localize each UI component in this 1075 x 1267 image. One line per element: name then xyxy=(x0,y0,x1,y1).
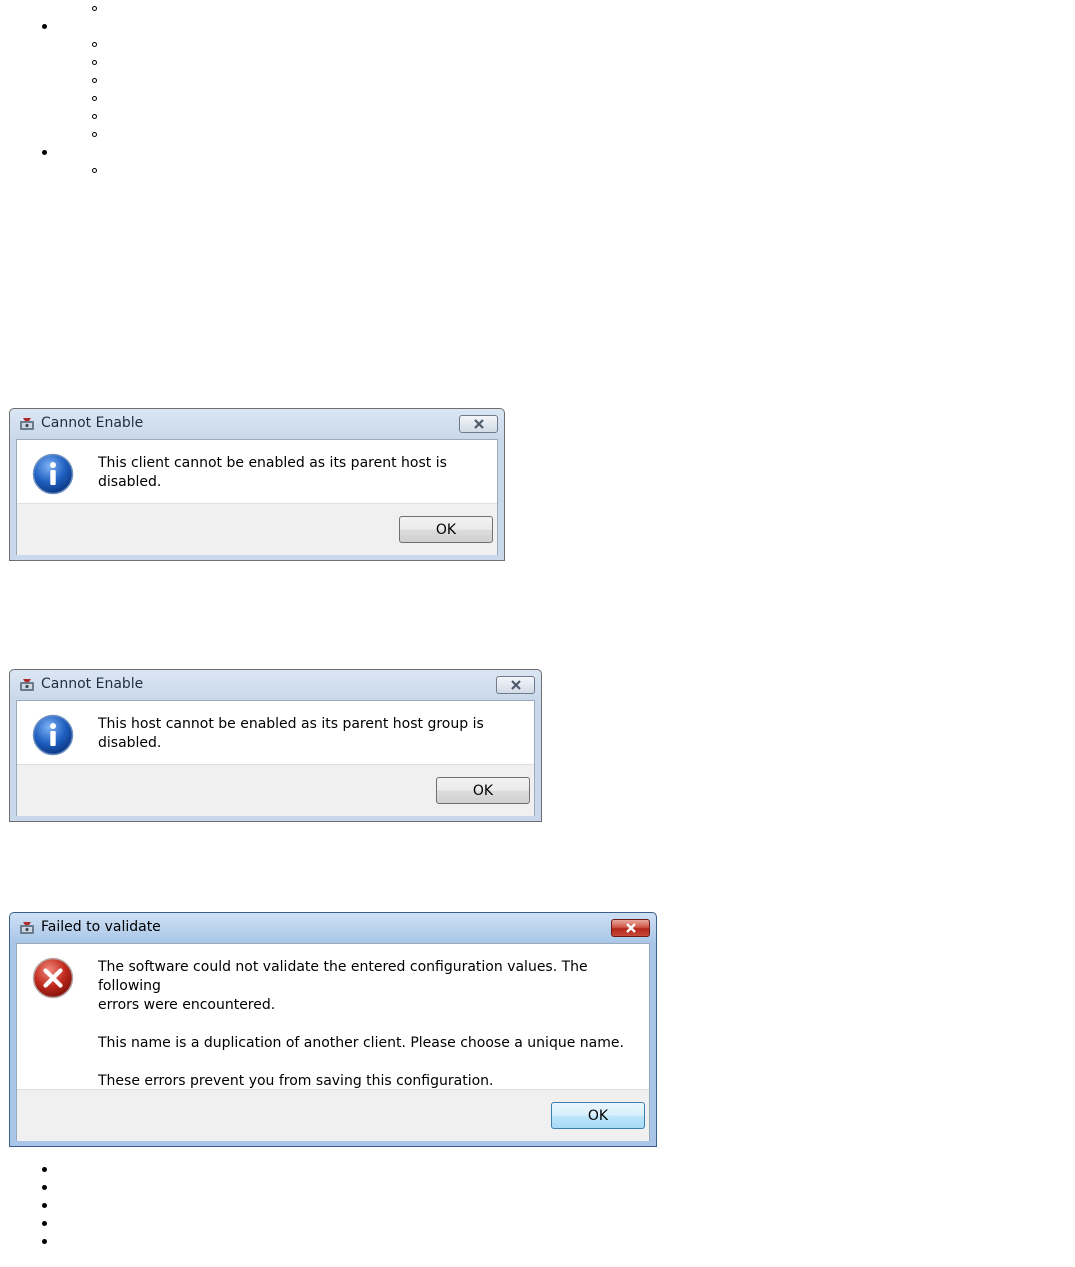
list-bullet xyxy=(42,150,47,155)
app-icon xyxy=(20,418,34,430)
app-icon xyxy=(20,679,34,691)
ok-button[interactable]: OK xyxy=(399,516,493,543)
message-text: The software could not validate the ente… xyxy=(98,958,649,1091)
sub-bullet xyxy=(92,168,97,173)
list-bullet xyxy=(42,1185,47,1190)
app-icon xyxy=(20,922,34,934)
button-bar: OK xyxy=(17,1089,649,1141)
list-bullet xyxy=(42,1167,47,1172)
sub-bullet xyxy=(92,60,97,65)
close-icon xyxy=(625,923,636,933)
ok-button[interactable]: OK xyxy=(551,1102,645,1129)
title-bar[interactable]: Cannot Enable xyxy=(16,409,498,439)
dialog-client: This host cannot be enabled as its paren… xyxy=(16,700,535,816)
message-line: The software could not validate the ente… xyxy=(98,959,588,994)
failed-to-validate-dialog: Failed to validate The software could no… xyxy=(9,912,657,1147)
sub-bullet xyxy=(92,114,97,119)
dialog-title: Failed to validate xyxy=(41,919,161,935)
close-button[interactable] xyxy=(611,919,650,937)
button-bar: OK xyxy=(17,503,497,555)
title-bar[interactable]: Cannot Enable xyxy=(16,670,535,700)
cannot-enable-client-dialog: Cannot Enable This client cannot be enab… xyxy=(9,408,505,561)
message-text: This host cannot be enabled as its paren… xyxy=(98,716,484,751)
ok-button[interactable]: OK xyxy=(436,777,530,804)
dialog-client: This client cannot be enabled as its par… xyxy=(16,439,498,555)
message-line: errors were encountered. xyxy=(98,997,276,1013)
list-bullet xyxy=(42,1203,47,1208)
sub-bullet xyxy=(92,6,97,11)
message-area: This client cannot be enabled as its par… xyxy=(17,440,497,503)
title-bar[interactable]: Failed to validate xyxy=(16,913,650,943)
message-area: The software could not validate the ente… xyxy=(17,944,649,1089)
message-text: This client cannot be enabled as its par… xyxy=(98,455,447,490)
close-button[interactable] xyxy=(496,676,535,694)
cannot-enable-host-dialog: Cannot Enable This host cannot be enable… xyxy=(9,669,542,822)
list-bullet xyxy=(42,24,47,29)
info-icon xyxy=(32,453,74,495)
button-bar: OK xyxy=(17,764,534,816)
dialog-client: The software could not validate the ente… xyxy=(16,943,650,1141)
list-bullet xyxy=(42,1221,47,1226)
list-bullet xyxy=(42,1239,47,1244)
message-area: This host cannot be enabled as its paren… xyxy=(17,701,534,764)
sub-bullet xyxy=(92,42,97,47)
message-line: This name is a duplication of another cl… xyxy=(98,1035,624,1051)
dialog-title: Cannot Enable xyxy=(41,676,144,692)
sub-bullet xyxy=(92,96,97,101)
close-icon xyxy=(510,680,521,690)
dialog-title: Cannot Enable xyxy=(41,415,144,431)
close-button[interactable] xyxy=(459,415,498,433)
info-icon xyxy=(32,714,74,756)
sub-bullet xyxy=(92,132,97,137)
sub-bullet xyxy=(92,78,97,83)
error-icon xyxy=(32,957,74,999)
close-icon xyxy=(473,419,484,429)
